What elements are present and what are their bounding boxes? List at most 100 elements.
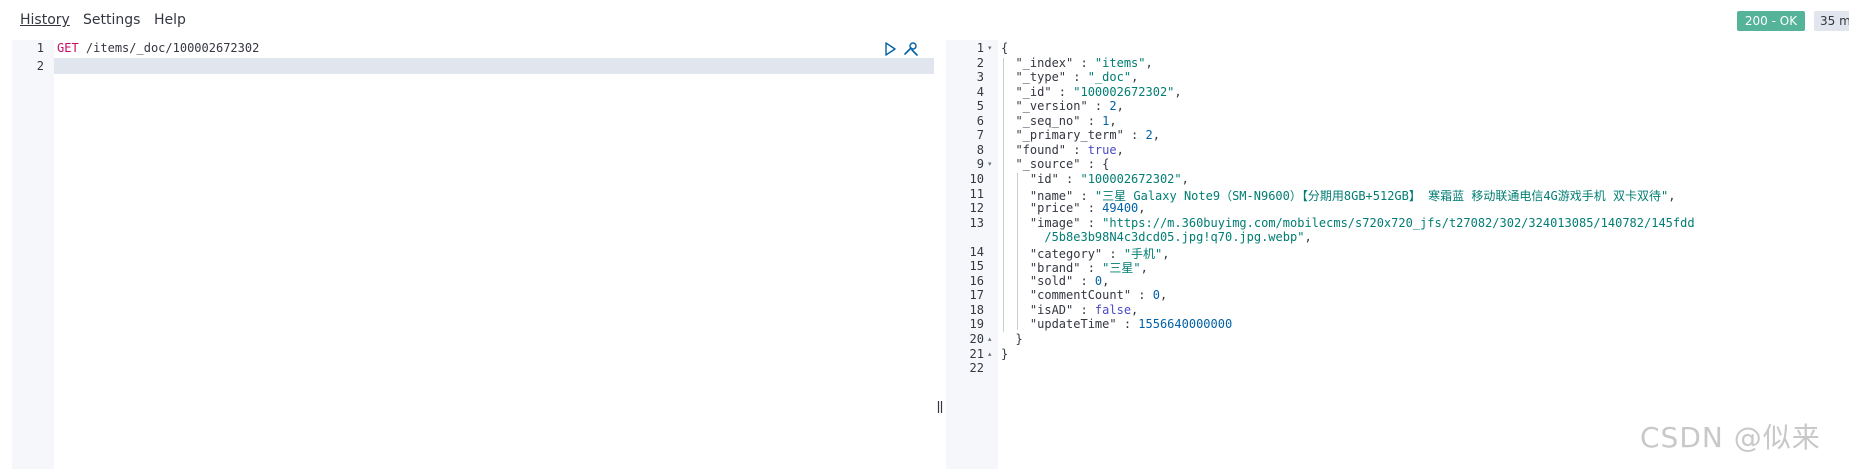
code-token: ,: [1159, 288, 1168, 303]
code-line: /5b8e3b98N4c3dcd05.jpg!q70.jpg.webp",: [1001, 230, 1312, 245]
code-token: "_seq_no" :: [1001, 113, 1103, 128]
code-line: "price" : 49400,: [1001, 201, 1146, 215]
top-menu-bar: History Settings Help 200 - OK 35 m: [0, 0, 1849, 38]
code-token: 1556640000000: [1138, 317, 1233, 332]
code-line: "_primary_term" : 2,: [1001, 128, 1160, 142]
code-token: ,: [1162, 246, 1170, 261]
line-number: 6: [976, 113, 984, 128]
http-method: GET: [57, 41, 79, 55]
code-token: "_version" :: [1001, 99, 1110, 114]
fold-toggle-icon[interactable]: ▴: [988, 350, 992, 358]
line-number: 11: [969, 186, 984, 201]
wrench-icon[interactable]: [902, 41, 920, 57]
line-number: 16: [969, 273, 984, 288]
line-number: 5: [976, 99, 984, 114]
line-number: 1: [976, 41, 984, 55]
code-token: }: [1001, 346, 1009, 361]
watermark: CSDN @似来: [1640, 421, 1821, 454]
request-editor[interactable]: 1 2 GET /items/_doc/100002672302: [12, 40, 934, 469]
line-number: 8: [976, 142, 984, 157]
pane-splitter[interactable]: [934, 40, 946, 469]
line-number: 12: [969, 201, 984, 216]
response-gutter: 1 ▾ 2 3 4 5 6 7 8 9 ▾ 10 11 12 13 14 15 16 17 18 19 20 ▴ 21 ▴ 22: [946, 40, 998, 469]
code-token: ,: [1145, 55, 1153, 70]
active-line-highlight: [12, 58, 934, 74]
code-line: "_index" : "items",: [1001, 55, 1153, 70]
code-token: "_source" : {: [1001, 157, 1110, 172]
line-number: 17: [969, 288, 984, 303]
code-token: "commentCount" :: [1001, 288, 1153, 303]
code-token: false: [1094, 302, 1132, 317]
code-token: "_id" :: [1001, 84, 1074, 99]
fold-toggle-icon[interactable]: ▾: [988, 44, 992, 52]
code-line: {: [1001, 41, 1008, 55]
code-token: ,: [1131, 302, 1139, 317]
line-number: 9: [976, 157, 984, 172]
code-token: /5b8e3b98N4c3dcd05.jpg!q70.jpg.webp": [1001, 230, 1305, 245]
line-number: 13: [969, 215, 984, 230]
status-badge: 200 - OK: [1737, 11, 1805, 31]
fold-toggle-icon[interactable]: ▾: [988, 160, 992, 168]
code-token: ,: [1109, 113, 1117, 128]
code-line: "_seq_no" : 1,: [1001, 113, 1117, 128]
line-number: 15: [969, 259, 984, 274]
code-token: true: [1087, 142, 1117, 157]
request-path: /items/_doc/100002672302: [85, 41, 260, 55]
play-icon[interactable]: [883, 41, 897, 57]
response-viewer[interactable]: 1 ▾ 2 3 4 5 6 7 8 9 ▾ 10 11 12 13 14 15 16 17 18 19 20 ▴ 21 ▴ 22 …: [946, 40, 1849, 469]
indent-guide: [1017, 173, 1018, 330]
code-token: 49400: [1102, 201, 1139, 216]
code-token: "found" :: [1001, 142, 1088, 157]
code-line: "_type" : "_doc",: [1001, 70, 1138, 84]
code-line: "isAD" : false,: [1001, 303, 1138, 317]
line-number: 7: [976, 128, 984, 143]
code-token: ,: [1116, 142, 1124, 157]
line-number: 2: [976, 55, 984, 70]
splitter-handle-icon[interactable]: [937, 400, 943, 414]
menu-settings[interactable]: Settings: [83, 12, 140, 28]
code-line: "found" : true,: [1001, 142, 1124, 157]
line-number: 21: [969, 346, 984, 361]
line-number: 10: [969, 171, 984, 186]
code-line: "_id" : "100002672302",: [1001, 84, 1181, 99]
line-number: 19: [969, 317, 984, 332]
code-token: "_doc": [1087, 70, 1132, 85]
code-token: ,: [1140, 261, 1148, 276]
fold-toggle-icon[interactable]: ▴: [988, 335, 992, 343]
line-number: 20: [969, 332, 984, 346]
line-number: 14: [969, 244, 984, 259]
code-token: "_type" :: [1001, 70, 1088, 85]
request-time-badge: 35 m: [1814, 11, 1849, 31]
code-line: "id" : "100002672302",: [1001, 172, 1189, 186]
code-token: "100002672302": [1073, 84, 1175, 99]
code-token: ,: [1138, 201, 1146, 216]
code-token: ,: [1304, 230, 1312, 245]
line-number: 22: [969, 361, 984, 376]
code-token: "三星 Galaxy Note9（SM-N9600）【分期用8GB+512GB】…: [1094, 188, 1669, 203]
code-token: }: [1001, 332, 1023, 346]
code-token: "_primary_term" :: [1001, 128, 1146, 143]
request-line[interactable]: GET /items/_doc/100002672302: [57, 41, 259, 55]
code-token: "updateTime" :: [1001, 317, 1139, 332]
code-token: "id" :: [1001, 171, 1081, 186]
menu-help[interactable]: Help: [154, 12, 186, 28]
code-token: "sold" :: [1001, 273, 1095, 288]
code-token: {: [1001, 41, 1009, 55]
line-number: 18: [969, 302, 984, 317]
code-token: "items": [1094, 55, 1146, 70]
line-number: 2: [36, 59, 44, 73]
code-line: }: [1001, 332, 1023, 346]
code-line: "image" : "https://m.360buyimg.com/mobil…: [1001, 216, 1695, 230]
code-token: ,: [1116, 99, 1124, 114]
code-token: ,: [1102, 273, 1110, 288]
line-number: 3: [976, 70, 984, 85]
code-token: "isAD" :: [1001, 302, 1095, 317]
code-line: "commentCount" : 0,: [1001, 288, 1167, 302]
code-token: 2: [1109, 99, 1117, 114]
menu-history[interactable]: History: [20, 12, 70, 28]
code-line: "_source" : {: [1001, 157, 1109, 171]
code-token: ,: [1152, 128, 1160, 143]
code-token: "_index" :: [1001, 55, 1095, 70]
code-token: ,: [1668, 188, 1676, 203]
code-token: 0: [1152, 288, 1160, 303]
